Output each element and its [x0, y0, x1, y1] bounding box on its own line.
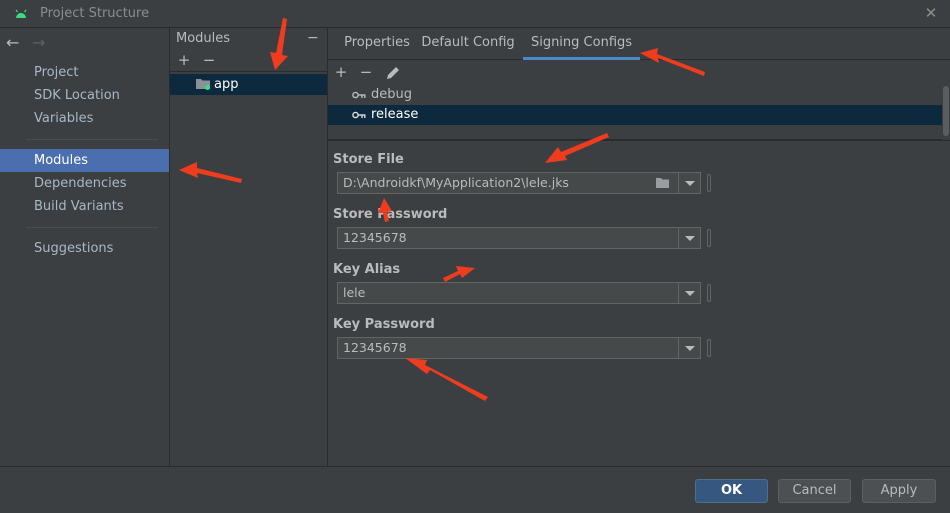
window-title: Project Structure: [40, 6, 150, 21]
key-password-label: Key Password: [333, 317, 435, 332]
store-password-label: Store Password: [333, 207, 448, 222]
key-password-combo[interactable]: 12345678: [337, 337, 701, 359]
signing-toolbar: + −: [328, 60, 950, 84]
store-password-combo[interactable]: 12345678: [337, 227, 701, 249]
config-item-release[interactable]: release: [328, 105, 942, 125]
browse-folder-icon[interactable]: [656, 177, 670, 189]
config-label: debug: [371, 87, 412, 102]
back-arrow-icon[interactable]: ←: [6, 33, 24, 53]
modules-header: Modules −: [170, 28, 327, 48]
signing-form: Store File D:\Androidkf\MyApplication2\l…: [328, 140, 950, 466]
modules-title: Modules: [176, 31, 231, 46]
tab-bar: Properties Default Config Signing Config…: [328, 28, 950, 60]
key-alias-value: lele: [343, 285, 366, 300]
sidebar-item-build-variants[interactable]: Build Variants: [0, 195, 169, 218]
chevron-down-icon: [685, 236, 695, 241]
key-alias-label: Key Alias: [333, 262, 401, 277]
chevron-down-icon: [685, 291, 695, 296]
edit-pencil-icon[interactable]: [385, 65, 401, 81]
key-alias-combo[interactable]: lele: [337, 282, 701, 304]
sidebar-item-modules[interactable]: Modules: [0, 149, 169, 172]
cancel-button[interactable]: Cancel: [778, 479, 851, 503]
add-module-button[interactable]: +: [176, 51, 192, 69]
signing-config-list: debug release: [328, 84, 942, 140]
module-label: app: [214, 77, 239, 92]
store-password-dropdown-button[interactable]: [678, 228, 700, 248]
sidebar: ← → Project SDK Location Variables Modul…: [0, 28, 170, 466]
store-file-label: Store File: [333, 152, 404, 167]
add-config-button[interactable]: +: [333, 63, 349, 81]
sidebar-item-variables[interactable]: Variables: [0, 107, 169, 130]
key-icon: [352, 91, 366, 99]
key-password-handle: [707, 339, 711, 357]
remove-config-button[interactable]: −: [358, 63, 374, 81]
key-password-dropdown-button[interactable]: [678, 338, 700, 358]
title-bar: Project Structure ✕: [0, 0, 950, 28]
store-file-dropdown-button[interactable]: [678, 173, 700, 193]
config-label: release: [371, 107, 419, 122]
android-icon: [15, 9, 27, 18]
store-file-combo[interactable]: D:\Androidkf\MyApplication2\lele.jks: [337, 172, 701, 194]
main-panel: Properties Default Config Signing Config…: [328, 28, 950, 466]
apply-button[interactable]: Apply: [862, 479, 936, 503]
sidebar-item-suggestions[interactable]: Suggestions: [0, 237, 169, 260]
tab-signing-configs[interactable]: Signing Configs: [523, 28, 640, 60]
sidebar-item-sdk-location[interactable]: SDK Location: [0, 84, 169, 107]
tab-properties[interactable]: Properties: [334, 28, 420, 60]
sidebar-divider: [26, 227, 158, 228]
key-alias-dropdown-button[interactable]: [678, 283, 700, 303]
forward-arrow-icon[interactable]: →: [32, 33, 50, 53]
config-item-debug[interactable]: debug: [328, 85, 942, 105]
tab-default-config[interactable]: Default Config: [420, 28, 516, 60]
scrollbar-thumb[interactable]: [943, 86, 949, 136]
close-icon[interactable]: ✕: [922, 4, 940, 22]
remove-module-button[interactable]: −: [201, 51, 217, 69]
key-password-value: 12345678: [343, 340, 407, 355]
module-item-app[interactable]: app: [170, 74, 327, 95]
modules-panel: Modules − + − app: [170, 28, 328, 466]
module-folder-icon: [196, 79, 210, 90]
modules-toolbar: + −: [170, 50, 327, 72]
store-file-handle: [707, 174, 711, 192]
chevron-down-icon: [685, 346, 695, 351]
store-password-handle: [707, 229, 711, 247]
store-file-value: D:\Androidkf\MyApplication2\lele.jks: [343, 175, 569, 190]
sidebar-item-dependencies[interactable]: Dependencies: [0, 172, 169, 195]
key-icon: [352, 111, 366, 119]
chevron-down-icon: [685, 181, 695, 186]
key-alias-handle: [707, 284, 711, 302]
dialog-footer: OK Cancel Apply: [0, 466, 950, 513]
ok-button[interactable]: OK: [695, 479, 768, 503]
collapse-icon[interactable]: −: [307, 30, 321, 46]
config-list-scrollbar[interactable]: [942, 84, 950, 140]
sidebar-item-project[interactable]: Project: [0, 61, 169, 84]
sidebar-divider: [26, 139, 158, 140]
store-password-value: 12345678: [343, 230, 407, 245]
